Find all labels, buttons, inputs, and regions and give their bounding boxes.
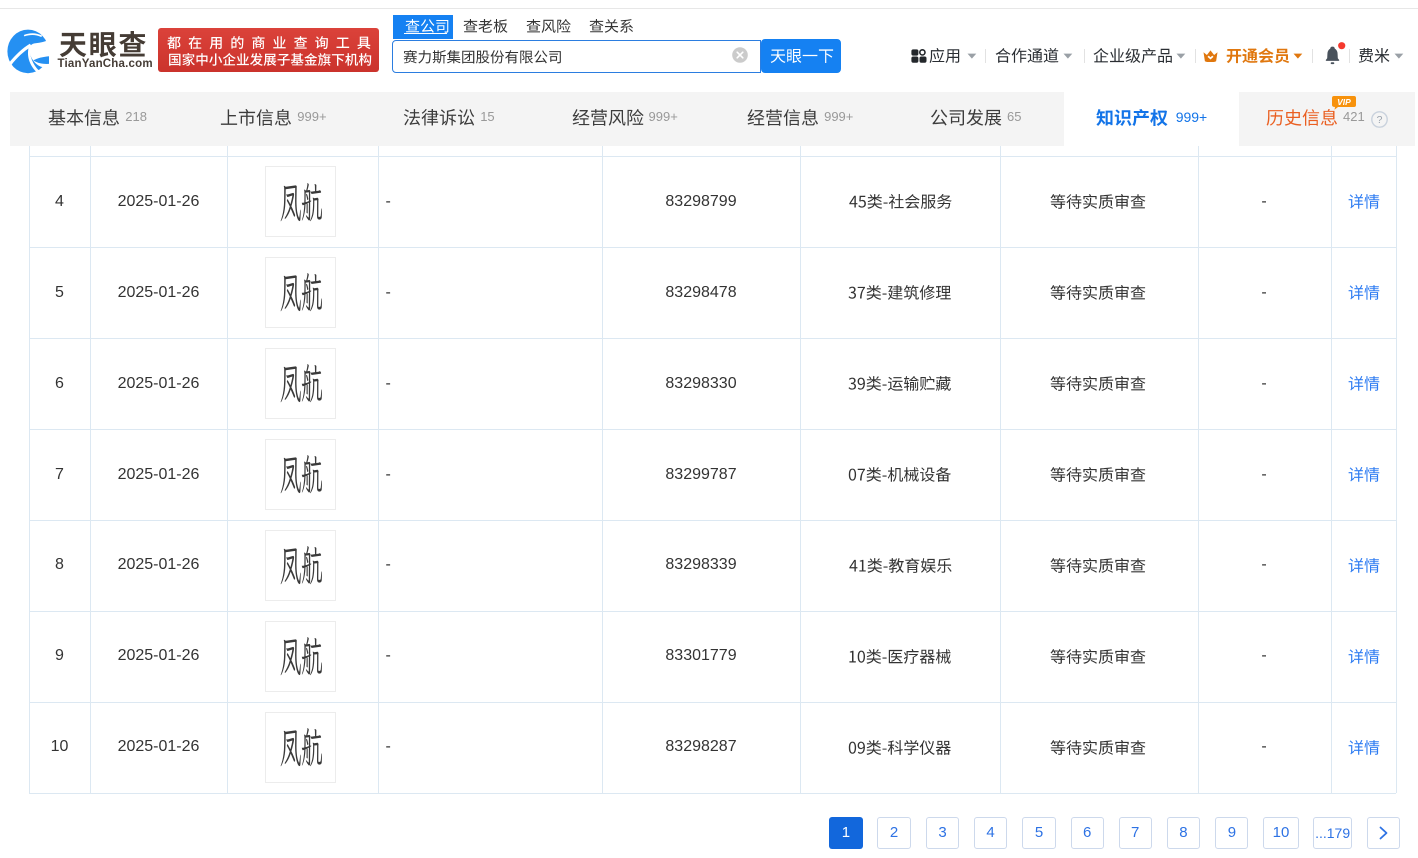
svg-text:?: ?	[1377, 114, 1383, 126]
svg-text:VIP: VIP	[1337, 97, 1351, 107]
